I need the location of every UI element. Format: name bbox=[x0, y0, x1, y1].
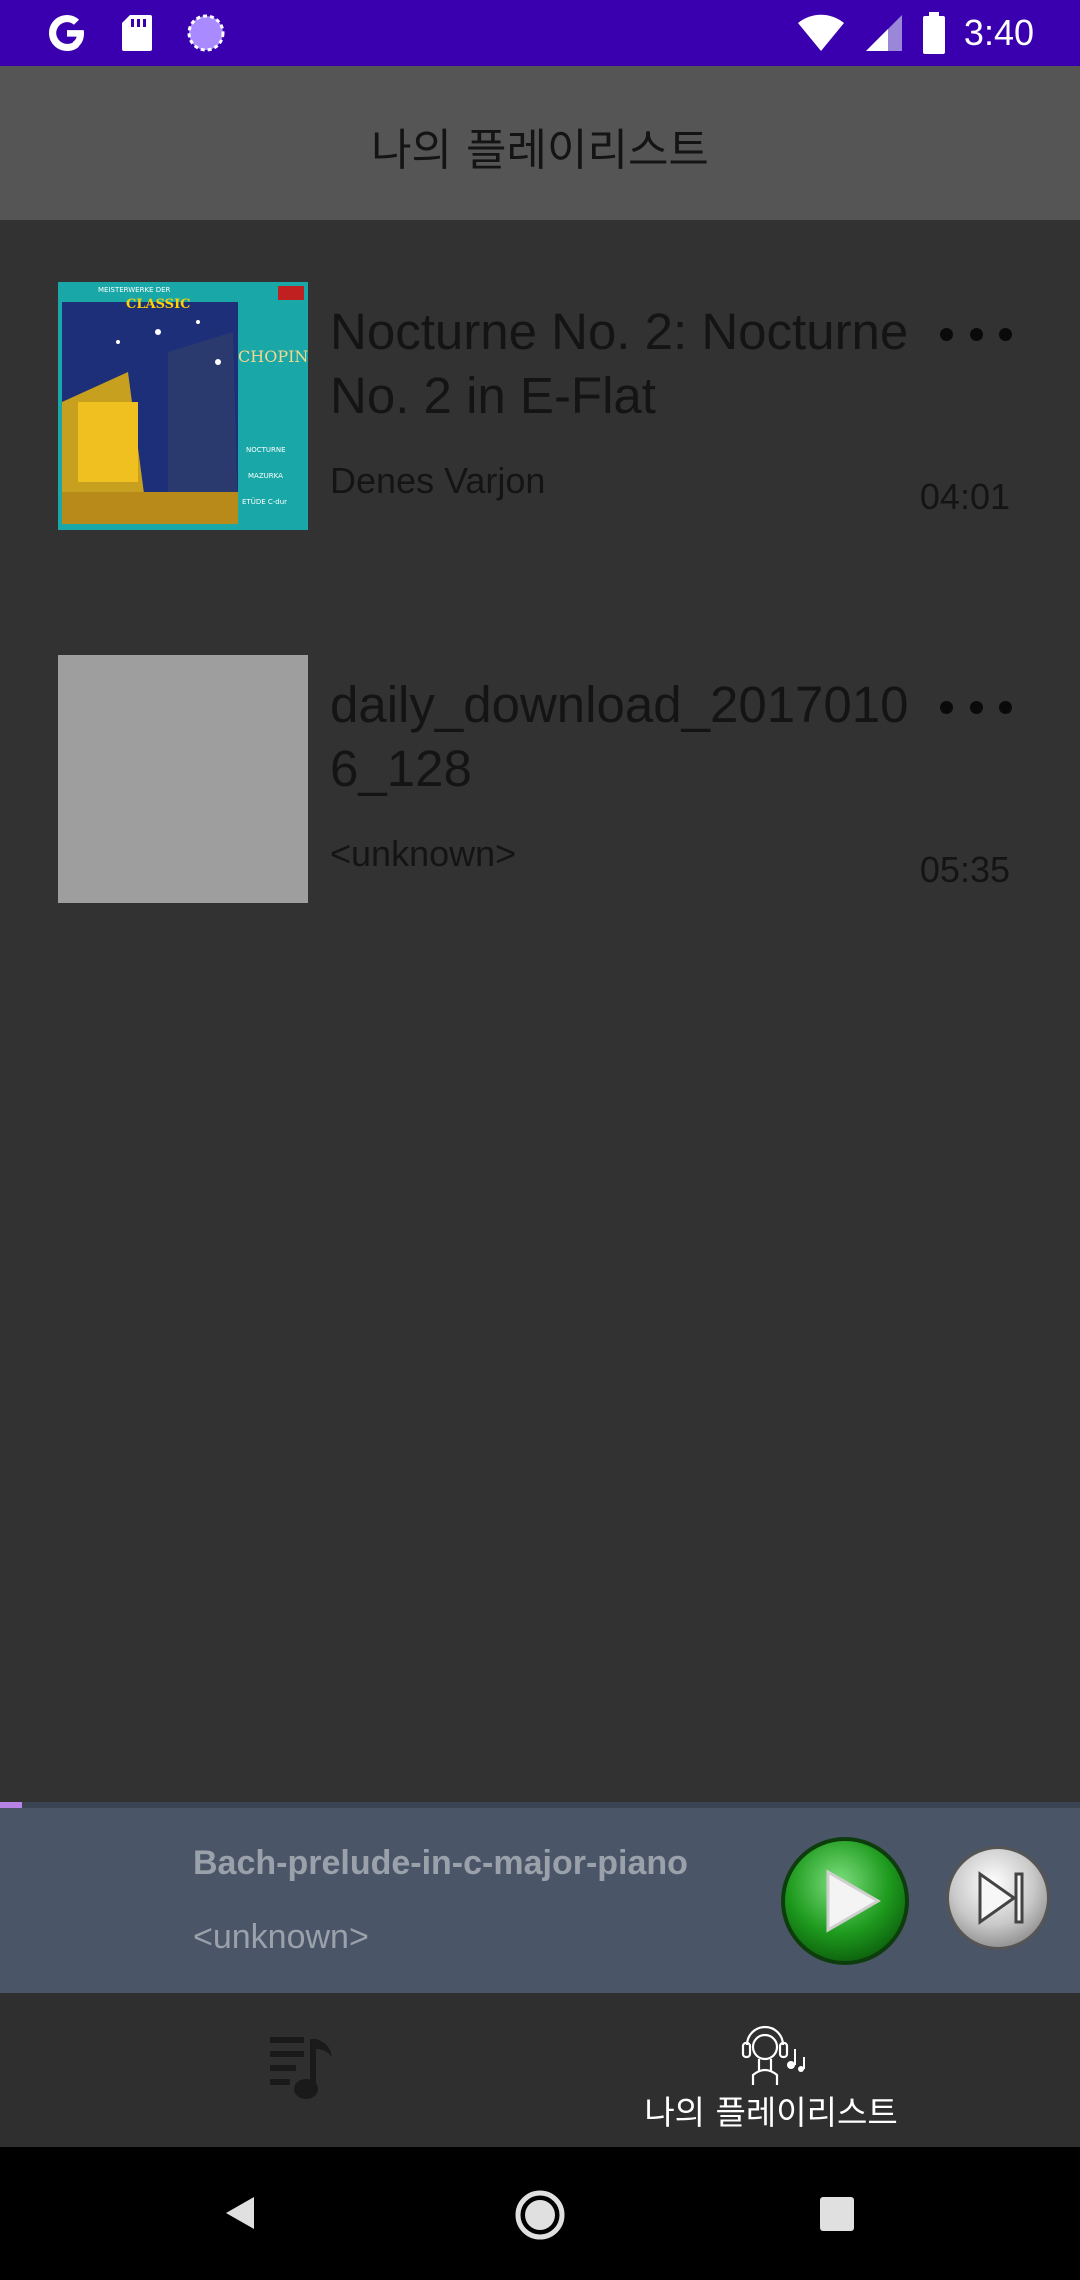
album-art-series-text: CLASSIC bbox=[126, 297, 191, 312]
app-bar: 나의 플레이리스트 bbox=[0, 66, 1080, 220]
track-artist: Denes Varjon bbox=[330, 460, 546, 501]
list-item[interactable]: daily_download_20170106_128 <unknown> 05… bbox=[0, 655, 1080, 985]
status-left-icons bbox=[46, 8, 226, 58]
status-time: 3:40 bbox=[963, 12, 1034, 53]
mini-player[interactable]: Bach-prelude-in-c-major-piano <unknown> bbox=[0, 1808, 1080, 1993]
list-item[interactable]: MEISTERWERKE DER CLASSIC CHOPIN NOCTURNE… bbox=[0, 282, 1080, 612]
track-title: Nocturne No. 2: Nocturne No. 2 in E-Flat bbox=[330, 303, 909, 424]
album-art-line3: ETÜDE C-dur bbox=[242, 497, 287, 506]
nav-item-my-playlist[interactable]: 나의 플레이리스트 bbox=[540, 1993, 1080, 2147]
google-icon bbox=[49, 15, 84, 51]
album-art-top-text: MEISTERWERKE DER bbox=[98, 286, 171, 294]
now-playing-title: Bach-prelude-in-c-major-piano bbox=[193, 1844, 688, 1882]
system-navigation-bar bbox=[0, 2147, 1080, 2280]
nav-item-playlist[interactable] bbox=[0, 1993, 540, 2147]
signal-icon bbox=[865, 15, 902, 51]
track-title: daily_download_20170106_128 bbox=[330, 676, 909, 797]
dot bbox=[969, 700, 983, 714]
status-bar: 3:40 bbox=[0, 0, 1080, 66]
battery-icon bbox=[922, 12, 945, 54]
dot bbox=[969, 327, 983, 341]
more-options-button[interactable] bbox=[940, 322, 1012, 346]
more-options-button[interactable] bbox=[940, 695, 1012, 719]
home-icon[interactable] bbox=[514, 2189, 566, 2241]
play-button[interactable] bbox=[778, 1834, 912, 1968]
dot bbox=[999, 700, 1012, 714]
track-duration: 05:35 bbox=[919, 849, 1010, 890]
playlist-music-icon bbox=[270, 2037, 332, 2099]
album-art-composer-text: CHOPIN bbox=[238, 347, 308, 366]
nav-item-label: 나의 플레이리스트 bbox=[644, 2093, 898, 2132]
dot bbox=[940, 700, 953, 714]
dot bbox=[999, 327, 1012, 341]
dot bbox=[940, 327, 953, 341]
sd-card-icon bbox=[122, 15, 152, 51]
listener-headphones-icon bbox=[741, 2025, 805, 2085]
album-art-placeholder bbox=[58, 655, 308, 903]
bottom-navigation: 나의 플레이리스트 bbox=[0, 1993, 1080, 2147]
sync-circle-icon bbox=[187, 14, 225, 52]
now-playing-artist: <unknown> bbox=[193, 1918, 369, 1956]
track-duration: 04:01 bbox=[919, 476, 1010, 517]
album-art-line1: NOCTURNE bbox=[246, 446, 286, 454]
album-art: MEISTERWERKE DER CLASSIC CHOPIN NOCTURNE… bbox=[58, 282, 308, 530]
back-icon[interactable] bbox=[220, 2193, 260, 2233]
recents-icon[interactable] bbox=[818, 2195, 856, 2233]
skip-next-button[interactable] bbox=[944, 1844, 1052, 1952]
status-right-icons: 3:40 bbox=[796, 8, 1034, 58]
page-title: 나의 플레이리스트 bbox=[371, 125, 709, 176]
track-artist: <unknown> bbox=[330, 833, 517, 874]
album-art-line2: MAZURKA bbox=[248, 472, 283, 480]
wifi-icon bbox=[797, 14, 844, 51]
